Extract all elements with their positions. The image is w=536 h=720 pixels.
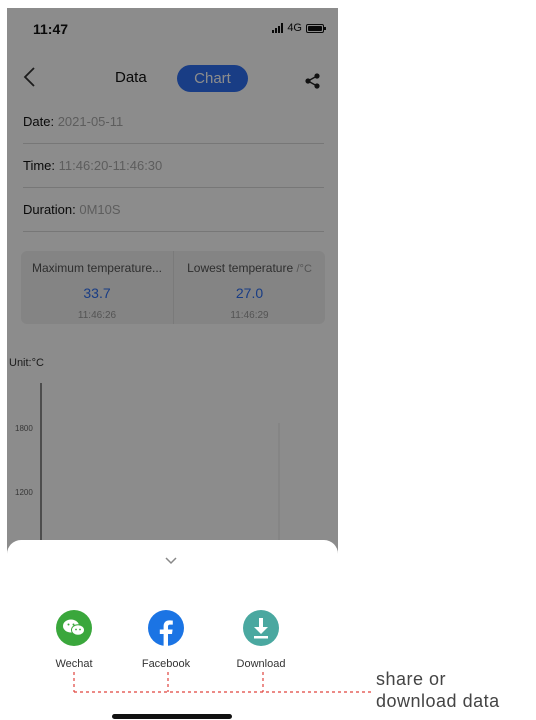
wechat-label: Wechat: [55, 658, 93, 670]
share-option-download[interactable]: Download: [226, 610, 296, 670]
annotation-text: share or download data: [376, 668, 500, 712]
facebook-icon: [148, 610, 184, 646]
facebook-label: Facebook: [141, 658, 191, 670]
home-indicator[interactable]: [112, 714, 232, 719]
share-sheet: Wechat Facebook Download: [7, 540, 338, 720]
annotation-line-1: share or: [376, 669, 447, 689]
annotation-line-2: download data: [376, 691, 500, 711]
download-label: Download: [236, 658, 286, 670]
chevron-down-icon[interactable]: [163, 556, 179, 566]
phone-screen: 11:47 4G Data Chart Date: 2021-05-11 Tim…: [7, 8, 338, 720]
share-option-wechat[interactable]: Wechat: [39, 610, 109, 670]
download-icon: [243, 610, 279, 646]
wechat-icon: [56, 610, 92, 646]
share-option-facebook[interactable]: Facebook: [131, 610, 201, 670]
